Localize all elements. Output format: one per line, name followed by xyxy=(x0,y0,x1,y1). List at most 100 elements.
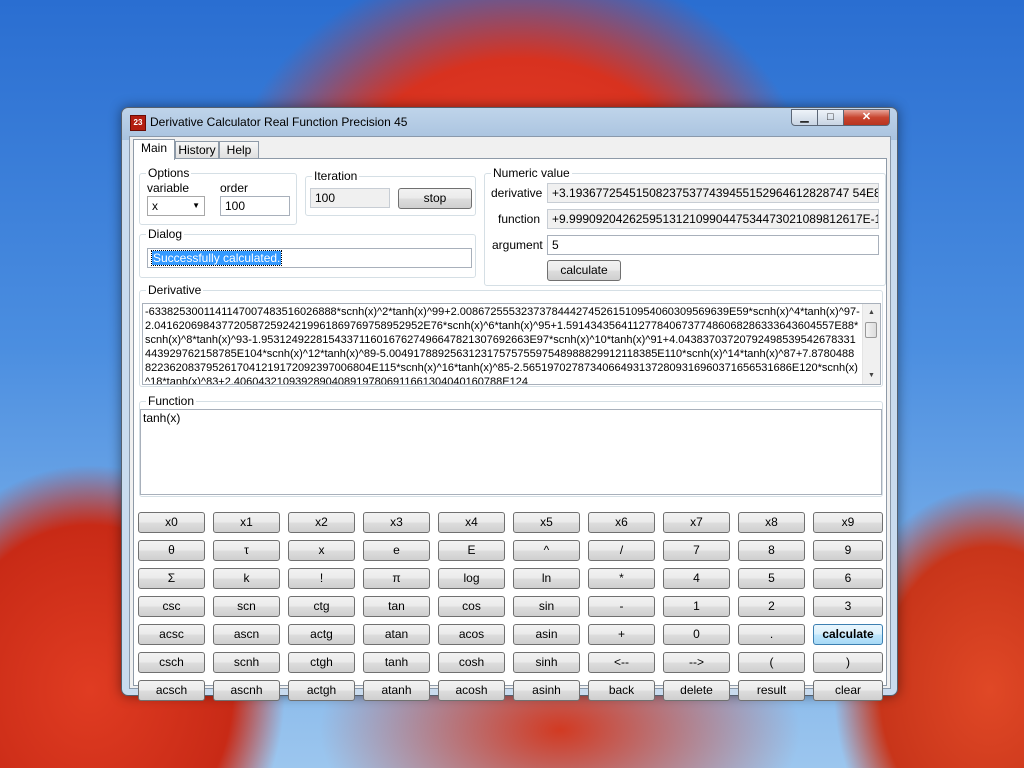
key-button-r3-c4[interactable]: cos xyxy=(438,596,505,617)
key-button-r0-c4[interactable]: x4 xyxy=(438,512,505,533)
key-button-r1-c0[interactable]: θ xyxy=(138,540,205,561)
scroll-thumb[interactable] xyxy=(865,322,877,338)
key-button-r3-c2[interactable]: ctg xyxy=(288,596,355,617)
tab-history[interactable]: History xyxy=(175,141,219,159)
key-button-r0-c9[interactable]: x9 xyxy=(813,512,883,533)
key-button-r5-c2[interactable]: ctgh xyxy=(288,652,355,673)
key-button-r2-c7[interactable]: 4 xyxy=(663,568,730,589)
key-button-r5-c1[interactable]: scnh xyxy=(213,652,280,673)
dialog-message: Successfully calculated. xyxy=(150,250,283,266)
key-button-r6-c2[interactable]: actgh xyxy=(288,680,355,701)
key-button-r4-c8[interactable]: . xyxy=(738,624,805,645)
function-input[interactable]: tanh(x) xyxy=(140,409,882,495)
key-button-r4-c1[interactable]: ascn xyxy=(213,624,280,645)
key-button-r3-c8[interactable]: 2 xyxy=(738,596,805,617)
key-button-r6-c5[interactable]: asinh xyxy=(513,680,580,701)
key-button-r0-c8[interactable]: x8 xyxy=(738,512,805,533)
stop-button[interactable]: stop xyxy=(398,188,472,209)
key-button-r0-c5[interactable]: x5 xyxy=(513,512,580,533)
key-button-r2-c0[interactable]: Σ xyxy=(138,568,205,589)
maximize-button[interactable]: □ xyxy=(817,109,844,126)
key-button-r6-c9[interactable]: clear xyxy=(813,680,883,701)
key-button-r1-c9[interactable]: 9 xyxy=(813,540,883,561)
key-button-r4-c7[interactable]: 0 xyxy=(663,624,730,645)
order-label: order xyxy=(220,181,249,195)
scroll-up-icon[interactable]: ▲ xyxy=(863,304,880,321)
key-button-r0-c1[interactable]: x1 xyxy=(213,512,280,533)
key-button-r4-c3[interactable]: atan xyxy=(363,624,430,645)
key-button-r6-c4[interactable]: acosh xyxy=(438,680,505,701)
key-button-r1-c4[interactable]: E xyxy=(438,540,505,561)
iteration-legend: Iteration xyxy=(312,169,360,183)
app-icon: 23 xyxy=(130,115,146,131)
key-button-r5-c4[interactable]: cosh xyxy=(438,652,505,673)
key-button-r3-c6[interactable]: - xyxy=(588,596,655,617)
key-button-r1-c8[interactable]: 8 xyxy=(738,540,805,561)
key-button-r1-c2[interactable]: x xyxy=(288,540,355,561)
key-button-r2-c3[interactable]: π xyxy=(363,568,430,589)
minimize-button[interactable]: ▁ xyxy=(791,109,818,126)
numeric-value-group: Numeric value derivative +3.193677254515… xyxy=(484,166,886,286)
key-button-r1-c7[interactable]: 7 xyxy=(663,540,730,561)
key-button-r2-c8[interactable]: 5 xyxy=(738,568,805,589)
key-button-r2-c6[interactable]: * xyxy=(588,568,655,589)
key-button-r4-c6[interactable]: + xyxy=(588,624,655,645)
window-title: Derivative Calculator Real Function Prec… xyxy=(150,115,408,129)
key-button-r5-c3[interactable]: tanh xyxy=(363,652,430,673)
key-button-r4-c5[interactable]: asin xyxy=(513,624,580,645)
key-button-r3-c9[interactable]: 3 xyxy=(813,596,883,617)
key-button-r5-c7[interactable]: --> xyxy=(663,652,730,673)
key-button-r5-c9[interactable]: ) xyxy=(813,652,883,673)
key-button-r4-c9[interactable]: calculate xyxy=(813,624,883,645)
dialog-message-field[interactable]: Successfully calculated. xyxy=(147,248,472,268)
key-button-r2-c5[interactable]: ln xyxy=(513,568,580,589)
iteration-group: Iteration 100 stop xyxy=(305,169,476,216)
argument-input[interactable]: 5 xyxy=(547,235,879,255)
key-button-r0-c0[interactable]: x0 xyxy=(138,512,205,533)
key-button-r5-c8[interactable]: ( xyxy=(738,652,805,673)
key-button-r5-c0[interactable]: csch xyxy=(138,652,205,673)
key-button-r3-c7[interactable]: 1 xyxy=(663,596,730,617)
key-button-r2-c1[interactable]: k xyxy=(213,568,280,589)
key-button-r4-c0[interactable]: acsc xyxy=(138,624,205,645)
close-button[interactable]: ✕ xyxy=(843,109,890,126)
key-button-r6-c6[interactable]: back xyxy=(588,680,655,701)
function-label: function xyxy=(498,212,541,226)
key-button-r6-c1[interactable]: ascnh xyxy=(213,680,280,701)
key-button-r2-c2[interactable]: ! xyxy=(288,568,355,589)
key-button-r1-c6[interactable]: / xyxy=(588,540,655,561)
order-input[interactable]: 100 xyxy=(220,196,290,216)
derivative-scrollbar[interactable]: ▲ ▼ xyxy=(862,304,880,384)
key-button-r0-c2[interactable]: x2 xyxy=(288,512,355,533)
title-bar[interactable]: 23 Derivative Calculator Real Function P… xyxy=(122,108,897,136)
key-button-r0-c3[interactable]: x3 xyxy=(363,512,430,533)
key-button-r4-c2[interactable]: actg xyxy=(288,624,355,645)
derivative-textarea[interactable]: -6338253001141147007483516026888*scnh(x)… xyxy=(142,303,881,385)
tab-main[interactable]: Main xyxy=(133,139,175,160)
key-button-r3-c0[interactable]: csc xyxy=(138,596,205,617)
tab-help[interactable]: Help xyxy=(219,141,259,159)
key-button-r5-c6[interactable]: <-- xyxy=(588,652,655,673)
key-button-r3-c5[interactable]: sin xyxy=(513,596,580,617)
iteration-value: 100 xyxy=(310,188,390,208)
options-legend: Options xyxy=(146,166,192,180)
key-button-r2-c9[interactable]: 6 xyxy=(813,568,883,589)
variable-select[interactable]: x ▼ xyxy=(147,196,205,216)
key-button-r2-c4[interactable]: log xyxy=(438,568,505,589)
key-button-r0-c7[interactable]: x7 xyxy=(663,512,730,533)
key-button-r1-c1[interactable]: τ xyxy=(213,540,280,561)
variable-label: variable xyxy=(147,181,190,195)
key-button-r6-c7[interactable]: delete xyxy=(663,680,730,701)
key-button-r6-c8[interactable]: result xyxy=(738,680,805,701)
key-button-r1-c3[interactable]: e xyxy=(363,540,430,561)
scroll-down-icon[interactable]: ▼ xyxy=(863,367,880,384)
key-button-r6-c3[interactable]: atanh xyxy=(363,680,430,701)
numeric-calculate-button[interactable]: calculate xyxy=(547,260,621,281)
key-button-r3-c3[interactable]: tan xyxy=(363,596,430,617)
key-button-r3-c1[interactable]: scn xyxy=(213,596,280,617)
key-button-r4-c4[interactable]: acos xyxy=(438,624,505,645)
key-button-r5-c5[interactable]: sinh xyxy=(513,652,580,673)
key-button-r6-c0[interactable]: acsch xyxy=(138,680,205,701)
key-button-r0-c6[interactable]: x6 xyxy=(588,512,655,533)
key-button-r1-c5[interactable]: ^ xyxy=(513,540,580,561)
